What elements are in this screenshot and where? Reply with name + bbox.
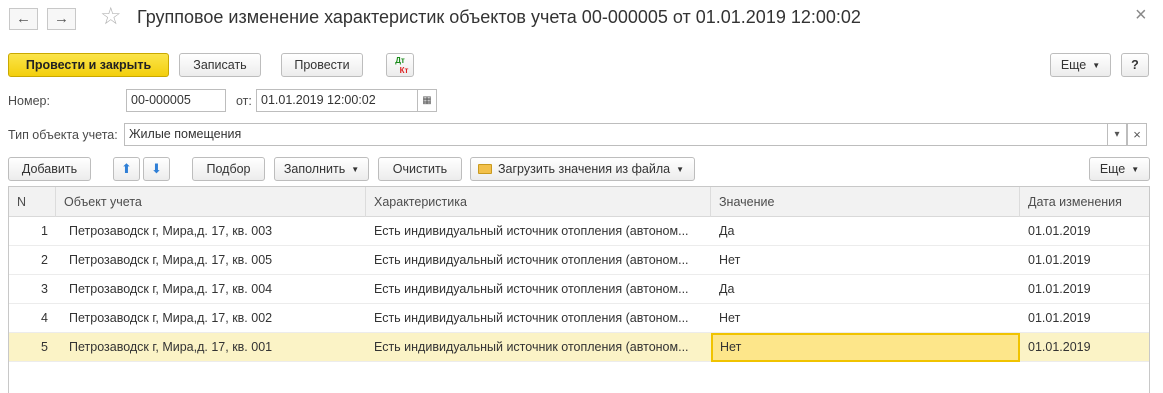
object-type-clear-button[interactable]: × (1127, 123, 1147, 146)
pick-button[interactable]: Подбор (192, 157, 265, 181)
row-number: 4 (41, 311, 48, 325)
load-from-file-label: Загрузить значения из файла (498, 162, 671, 176)
date-field[interactable]: 01.01.2019 12:00:02 (256, 89, 418, 112)
column-header-characteristic[interactable]: Характеристика (366, 187, 711, 217)
forward-button[interactable]: → (47, 8, 76, 30)
date-cell[interactable]: 01.01.2019 (1020, 275, 1149, 304)
table-row[interactable]: 1 Петрозаводск г, Мира,д. 17, кв. 003 Ес… (9, 217, 1149, 246)
column-header-object[interactable]: Объект учета (56, 187, 366, 217)
date-cell[interactable]: 01.01.2019 (1020, 217, 1149, 246)
value-cell[interactable]: Нет (711, 246, 1020, 275)
object-cell[interactable]: Петрозаводск г, Мира,д. 17, кв. 002 (61, 304, 366, 333)
column-header-value[interactable]: Значение (711, 187, 1020, 217)
close-icon[interactable]: × (1135, 4, 1147, 27)
object-cell[interactable]: Петрозаводск г, Мира,д. 17, кв. 001 (61, 333, 366, 362)
characteristic-cell[interactable]: Есть индивидуальный источник отопления (… (366, 217, 711, 246)
row-number: 3 (41, 282, 48, 296)
caret-down-icon: ▼ (1131, 165, 1140, 174)
date-cell[interactable]: 01.01.2019 (1020, 333, 1149, 362)
column-header-n[interactable]: N (9, 187, 56, 217)
object-cell[interactable]: Петрозаводск г, Мира,д. 17, кв. 005 (61, 246, 366, 275)
value-cell[interactable]: Да (711, 275, 1020, 304)
object-cell[interactable]: Петрозаводск г, Мира,д. 17, кв. 003 (61, 217, 366, 246)
table-header: N Объект учета Характеристика Значение Д… (9, 187, 1149, 217)
table-more-button[interactable]: Еще ▼ (1089, 157, 1150, 181)
row-number: 2 (41, 253, 48, 267)
table-row-selected[interactable]: 5 Петрозаводск г, Мира,д. 17, кв. 001 Ес… (9, 333, 1149, 362)
load-from-file-button[interactable]: Загрузить значения из файла ▼ (470, 157, 695, 181)
back-button[interactable]: ← (9, 8, 38, 30)
value-cell[interactable]: Нет (711, 304, 1020, 333)
object-type-label: Тип объекта учета: (8, 128, 118, 142)
arrow-down-icon: ⬇ (151, 161, 162, 176)
favorite-star-icon[interactable]: ☆ (100, 4, 122, 30)
dt-kt-icon-top: Дт (395, 56, 405, 65)
object-type-field[interactable]: Жилые помещения (124, 123, 1108, 146)
add-button[interactable]: Добавить (8, 157, 91, 181)
characteristics-table: N Объект учета Характеристика Значение Д… (8, 186, 1150, 393)
row-number: 1 (41, 224, 48, 238)
column-header-date[interactable]: Дата изменения (1020, 187, 1149, 217)
row-number: 5 (41, 340, 48, 354)
value-cell[interactable]: Да (711, 217, 1020, 246)
save-button[interactable]: Записать (179, 53, 261, 77)
date-label: от: (236, 94, 252, 108)
number-label: Номер: (8, 94, 50, 108)
characteristic-cell[interactable]: Есть индивидуальный источник отопления (… (366, 304, 711, 333)
object-type-dropdown-button[interactable]: ▾ (1107, 123, 1127, 146)
dropdown-icon: ▾ (1114, 129, 1120, 140)
table-row[interactable]: 4 Петрозаводск г, Мира,д. 17, кв. 002 Ес… (9, 304, 1149, 333)
fill-label: Заполнить (283, 162, 346, 176)
clear-icon: × (1133, 127, 1141, 142)
window-title: Групповое изменение характеристик объект… (137, 7, 861, 27)
arrow-left-icon: ← (16, 10, 31, 27)
arrow-up-icon: ⬆ (121, 161, 132, 176)
move-up-button[interactable]: ⬆ (113, 157, 140, 181)
clear-button[interactable]: Очистить (378, 157, 462, 181)
more-label: Еще (1060, 58, 1087, 72)
more-button[interactable]: Еще ▼ (1050, 53, 1111, 77)
value-cell-current[interactable]: Нет (711, 333, 1020, 362)
dt-kt-button[interactable]: Дт Кт (386, 53, 414, 77)
post-button[interactable]: Провести (281, 53, 363, 77)
caret-down-icon: ▼ (1092, 61, 1101, 70)
help-button[interactable]: ? (1121, 53, 1149, 77)
dt-kt-icon-bottom: Кт (399, 66, 409, 75)
fill-button[interactable]: Заполнить ▼ (274, 157, 369, 181)
characteristic-cell[interactable]: Есть индивидуальный источник отопления (… (366, 333, 711, 362)
caret-down-icon: ▼ (351, 165, 360, 174)
calendar-icon: ▦ (422, 95, 432, 106)
date-cell[interactable]: 01.01.2019 (1020, 304, 1149, 333)
number-field[interactable]: 00-000005 (126, 89, 226, 112)
table-row[interactable]: 2 Петрозаводск г, Мира,д. 17, кв. 005 Ес… (9, 246, 1149, 275)
table-row[interactable]: 3 Петрозаводск г, Мира,д. 17, кв. 004 Ес… (9, 275, 1149, 304)
move-down-button[interactable]: ⬇ (143, 157, 170, 181)
folder-icon (478, 164, 492, 174)
characteristic-cell[interactable]: Есть индивидуальный источник отопления (… (366, 275, 711, 304)
object-cell[interactable]: Петрозаводск г, Мира,д. 17, кв. 004 (61, 275, 366, 304)
table-more-label: Еще (1099, 162, 1126, 176)
post-and-close-button[interactable]: Провести и закрыть (8, 53, 169, 77)
caret-down-icon: ▼ (676, 165, 685, 174)
arrow-right-icon: → (54, 10, 69, 27)
calendar-button[interactable]: ▦ (417, 89, 437, 112)
characteristic-cell[interactable]: Есть индивидуальный источник отопления (… (366, 246, 711, 275)
date-cell[interactable]: 01.01.2019 (1020, 246, 1149, 275)
